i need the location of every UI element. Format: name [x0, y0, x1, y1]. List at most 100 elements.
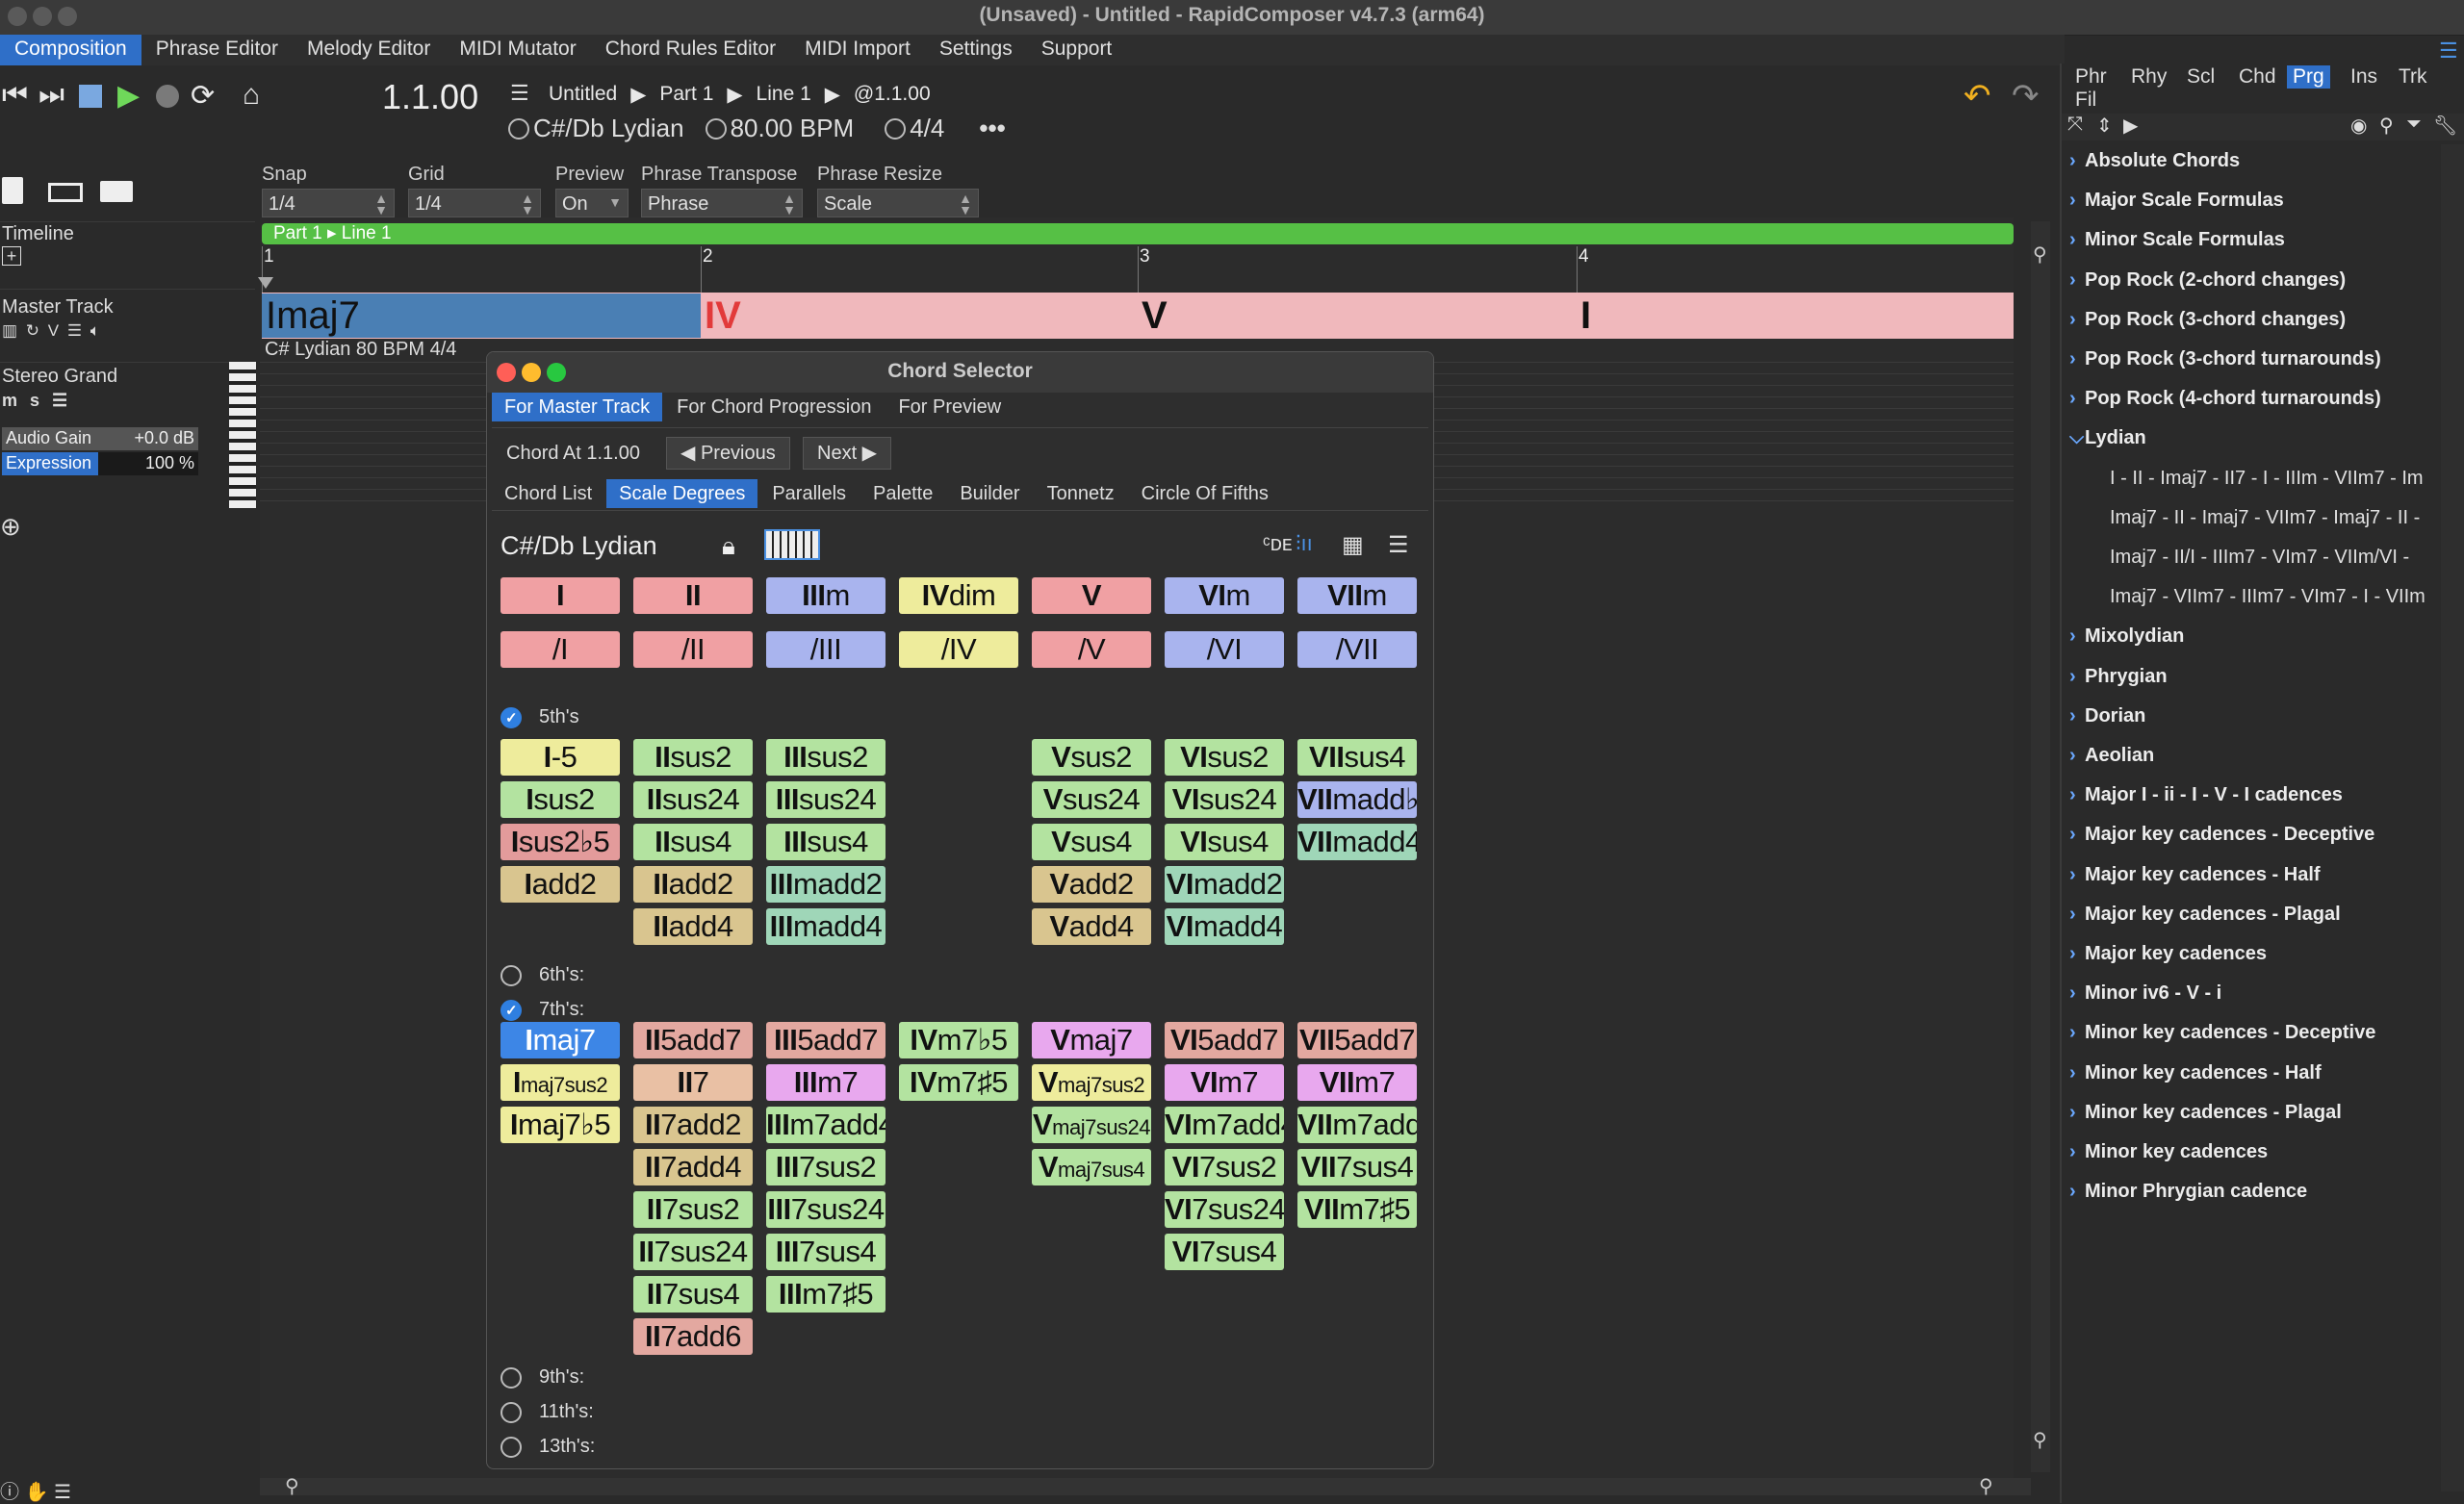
chord-cell[interactable]: VIImadd4 — [1297, 824, 1417, 860]
snap-select[interactable]: 1/4 ▲ ▼ — [262, 189, 395, 217]
chord-cell[interactable]: Isus2 — [500, 781, 620, 818]
dialog-tab-3[interactable]: For Preview — [886, 393, 1014, 421]
chord-cell[interactable]: VII7sus4 — [1297, 1149, 1417, 1185]
master-chord-4[interactable]: I — [1577, 293, 2014, 338]
chord-cell[interactable]: VI7sus4 — [1165, 1234, 1284, 1270]
chord-cell[interactable]: Imaj7sus2 — [500, 1064, 620, 1101]
chord-cell[interactable]: VIsus2 — [1165, 739, 1284, 776]
chord-cell[interactable]: Vmaj7 — [1032, 1022, 1151, 1058]
tree-item[interactable]: › Absolute Chords — [2069, 150, 2240, 172]
panel-tab-rhy[interactable]: Rhy — [2125, 65, 2172, 89]
panel-tab-trk[interactable]: Trk — [2393, 65, 2433, 89]
piano-icon[interactable] — [764, 529, 820, 560]
chord-cell[interactable]: Vadd4 — [1032, 908, 1151, 945]
chord-cell[interactable]: IIIsus24 — [766, 781, 886, 818]
loop-icon[interactable]: ⟳ — [191, 79, 215, 113]
chord-cell[interactable]: IVm7♯5 — [899, 1064, 1018, 1101]
chord-cell[interactable]: II7add4 — [633, 1149, 753, 1185]
tree-item[interactable]: › Minor key cadences - Half — [2069, 1062, 2322, 1084]
chevron-right-icon[interactable]: › — [2069, 190, 2085, 212]
chord-cell[interactable]: Vsus24 — [1032, 781, 1151, 818]
undo-icon[interactable]: ↶ — [1964, 77, 1991, 115]
tree-item[interactable]: › Major Scale Formulas — [2069, 190, 2284, 212]
stop-icon[interactable] — [79, 85, 102, 108]
chord-cell[interactable]: III7sus24 — [766, 1191, 886, 1228]
chord-cell[interactable]: VI5add7 — [1165, 1022, 1284, 1058]
chord-cell[interactable]: VIIm7♯5 — [1297, 1191, 1417, 1228]
tree-item[interactable]: › Aeolian — [2069, 745, 2154, 767]
tree-item[interactable]: › Mixolydian — [2069, 625, 2184, 648]
chevron-right-icon[interactable]: › — [2069, 388, 2085, 410]
tree-item[interactable]: › Minor Scale Formulas — [2069, 229, 2285, 251]
chord-cell[interactable]: IIIm7add4 — [766, 1107, 886, 1143]
chord-cell[interactable]: VIIm7add4 — [1297, 1107, 1417, 1143]
vertical-zoom-icon[interactable]: ⚲ — [2033, 242, 2047, 267]
chevron-down-icon[interactable]: ⌵ — [2069, 427, 2085, 449]
chevron-right-icon[interactable]: › — [2069, 864, 2085, 886]
bottom-left-icons[interactable]: ⓘ ✋ ☰ — [0, 1476, 71, 1504]
chord-cell[interactable]: Vadd2 — [1032, 866, 1151, 903]
subtab-circle-of-fifths[interactable]: Circle Of Fifths — [1129, 479, 1281, 508]
chord-cell[interactable]: II7sus4 — [633, 1276, 753, 1313]
subtab-tonnetz[interactable]: Tonnetz — [1035, 479, 1127, 508]
subtab-palette[interactable]: Palette — [860, 479, 945, 508]
skip-next-icon[interactable]: ⏭ — [38, 79, 64, 112]
chord-cell[interactable]: /III — [766, 631, 886, 668]
grid-view-icon[interactable]: ▦ — [1342, 531, 1364, 559]
chord-cell[interactable]: II5add7 — [633, 1022, 753, 1058]
tempo-status[interactable]: 80.00 BPM — [705, 114, 854, 143]
chord-cell[interactable]: VIIm7 — [1297, 1064, 1417, 1101]
note-names-icon[interactable]: ᶜᴅᴇ — [1263, 531, 1293, 556]
panel-tab-prg[interactable]: Prg — [2287, 65, 2330, 89]
chord-cell[interactable]: Imaj7 — [500, 1022, 620, 1058]
phrase-resize-select[interactable]: Scale ▲ ▼ — [817, 189, 979, 217]
tree-item[interactable]: › Pop Rock (2-chord changes) — [2069, 269, 2346, 292]
menu-item-melody-editor[interactable]: Melody Editor — [293, 35, 445, 65]
timeline-segment[interactable]: Part 1 ▸ Line 1 — [262, 223, 2014, 244]
key-status[interactable]: C#/Db Lydian — [508, 114, 684, 143]
panel-tab-ins[interactable]: Ins — [2345, 65, 2383, 89]
chord-cell[interactable]: IIsus4 — [633, 824, 753, 860]
chord-cell[interactable]: /IV — [899, 631, 1018, 668]
playhead-marker[interactable] — [258, 277, 273, 289]
chord-cell[interactable]: Vmaj7sus2 — [1032, 1064, 1151, 1101]
meter-status[interactable]: 4/4 — [885, 114, 944, 143]
breadcrumb-position[interactable]: @1.1.00 — [854, 83, 931, 107]
panel-tab-phr[interactable]: Phr — [2069, 65, 2113, 89]
chevron-right-icon[interactable]: › — [2069, 269, 2085, 292]
subtab-chord-list[interactable]: Chord List — [492, 479, 604, 508]
play-icon[interactable]: ▶ — [117, 79, 140, 113]
breadcrumb-song[interactable]: Untitled — [549, 83, 617, 107]
chevron-right-icon[interactable]: › — [2069, 904, 2085, 926]
tree-sub-item[interactable]: Imaj7 - II/I - IIIm7 - VIm7 - VIIm/VI - — [2110, 547, 2437, 569]
section-checkbox-elevenths[interactable] — [500, 1402, 522, 1423]
redo-icon[interactable]: ↷ — [2012, 77, 2040, 115]
chord-cell[interactable]: VI7sus2 — [1165, 1149, 1284, 1185]
chord-cell[interactable]: IIsus2 — [633, 739, 753, 776]
chord-cell[interactable]: V — [1032, 577, 1151, 614]
tree-item[interactable]: › Minor Phrygian cadence — [2069, 1181, 2307, 1203]
tree-item[interactable]: › Minor key cadences - Deceptive — [2069, 1022, 2375, 1044]
preview-select[interactable]: On ▼ — [555, 189, 629, 217]
add-track-icon[interactable]: ⊕ — [0, 512, 21, 542]
chord-cell[interactable]: VImadd2 — [1165, 866, 1284, 903]
dialog-tab-1[interactable]: For Master Track — [492, 393, 663, 421]
tree-item[interactable]: › Major key cadences - Half — [2069, 864, 2321, 886]
zoom-icon[interactable]: ⚲ — [1979, 1474, 1993, 1498]
chevron-right-icon[interactable]: › — [2069, 705, 2085, 727]
chevron-right-icon[interactable]: › — [2069, 1181, 2085, 1203]
tree-item[interactable]: › Pop Rock (3-chord changes) — [2069, 309, 2346, 331]
filter-icon[interactable]: ⏷ — [2406, 114, 2422, 136]
tree-item[interactable]: › Minor key cadences — [2069, 1141, 2268, 1163]
chevron-right-icon[interactable]: › — [2069, 745, 2085, 767]
chord-cell[interactable]: IVdim — [899, 577, 1018, 614]
expression-slider[interactable]: Expression 100 % — [2, 452, 198, 475]
tree-item[interactable]: › Major key cadences - Deceptive — [2069, 824, 2374, 846]
chevron-right-icon[interactable]: › — [2069, 1062, 2085, 1084]
chord-cell[interactable]: IVm7♭5 — [899, 1022, 1018, 1058]
chord-cell[interactable]: VIIm — [1297, 577, 1417, 614]
tree-item[interactable]: › Minor key cadences - Plagal — [2069, 1102, 2342, 1124]
instrument-name[interactable]: Stereo Grand — [2, 366, 117, 388]
mute-solo-buttons[interactable]: m s ☰ — [2, 391, 71, 411]
chord-cell[interactable]: /VII — [1297, 631, 1417, 668]
